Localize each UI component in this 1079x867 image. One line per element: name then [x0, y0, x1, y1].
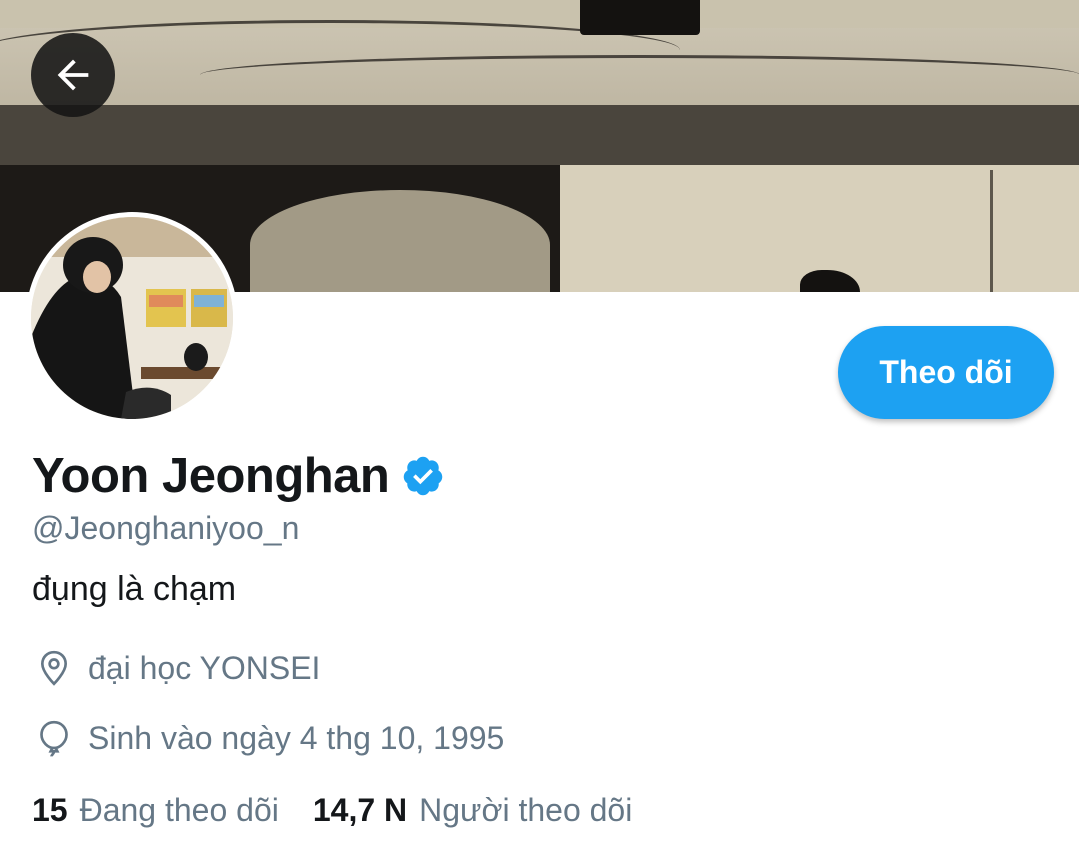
back-button[interactable]	[31, 33, 115, 117]
follow-button[interactable]: Theo dõi	[838, 326, 1054, 419]
avatar-photo	[31, 217, 233, 419]
profile-location: đại học YONSEI	[34, 648, 320, 688]
arrow-left-icon	[57, 59, 89, 91]
balloon-icon	[34, 718, 74, 758]
display-name-row: Yoon Jeonghan	[32, 448, 445, 504]
banner-line	[990, 170, 993, 292]
banner-plank	[0, 105, 1079, 165]
followers-count[interactable]: 14,7 N	[313, 792, 407, 829]
banner-dark-shape	[580, 0, 700, 35]
display-name: Yoon Jeonghan	[32, 449, 390, 503]
profile-birthday: Sinh vào ngày 4 thg 10, 1995	[34, 718, 504, 758]
banner-mid-shape	[250, 190, 550, 292]
location-text: đại học YONSEI	[88, 649, 321, 686]
followers-label[interactable]: Người theo dõi	[419, 792, 632, 829]
birthday-text: Sinh vào ngày 4 thg 10, 1995	[88, 719, 505, 756]
profile-handle: @Jeonghaniyoo_n	[32, 510, 300, 546]
location-pin-icon	[34, 648, 74, 688]
profile-bio: đụng là chạm	[32, 570, 237, 608]
verified-badge-icon	[401, 454, 445, 498]
banner-scribble	[200, 55, 1079, 95]
avatar[interactable]	[26, 212, 238, 424]
following-count[interactable]: 15	[32, 792, 68, 829]
following-label[interactable]: Đang theo dõi	[80, 792, 279, 829]
profile-stats: 15 Đang theo dõi 14,7 N Người theo dõi	[32, 792, 632, 829]
